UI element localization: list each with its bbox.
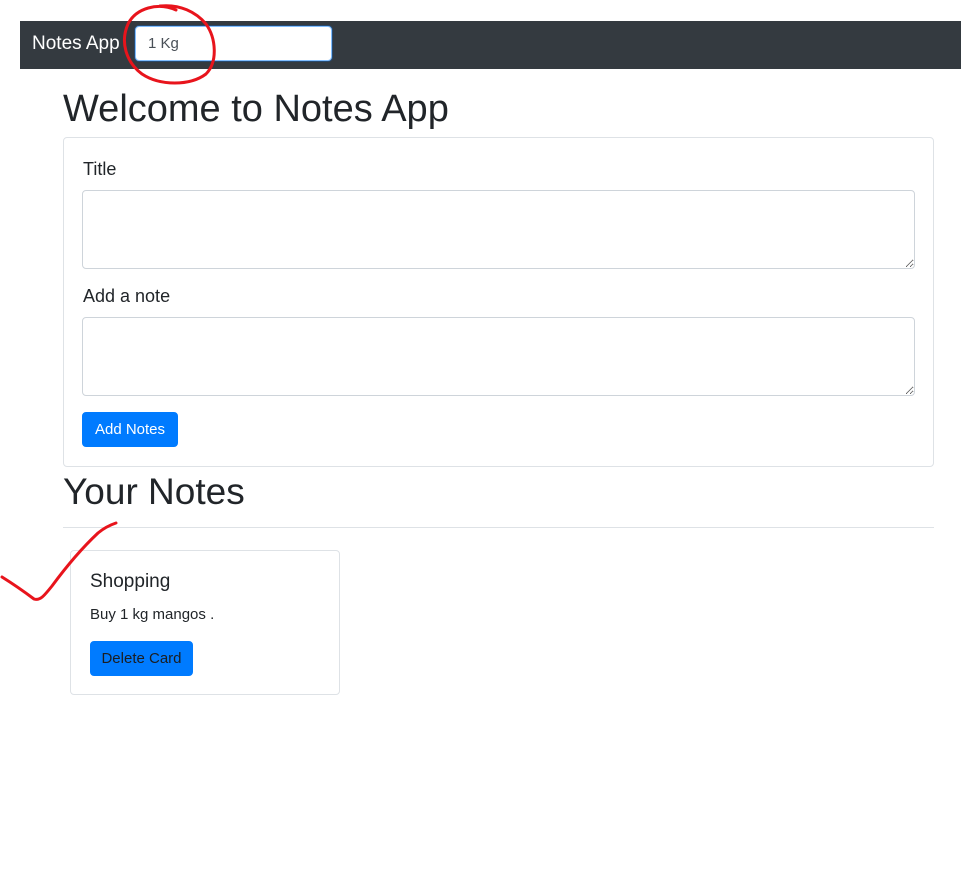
- navbar-brand[interactable]: Notes App: [32, 32, 120, 56]
- title-label: Title: [83, 159, 117, 179]
- note-title: Shopping: [90, 571, 171, 592]
- search-input[interactable]: [135, 26, 332, 61]
- add-note-form: Title Add a note Add Notes: [63, 137, 934, 467]
- navbar: Notes App: [20, 21, 961, 69]
- note-text: Buy 1 kg mangos .: [90, 606, 215, 623]
- divider: [63, 527, 934, 528]
- note-label: Add a note: [83, 286, 171, 306]
- title-textarea[interactable]: [82, 190, 915, 269]
- add-notes-button[interactable]: Add Notes: [82, 412, 178, 447]
- note-textarea[interactable]: [82, 317, 915, 396]
- notes-heading: Your Notes: [63, 471, 245, 512]
- page-title: Welcome to Notes App: [63, 88, 449, 130]
- note-card: Shopping Buy 1 kg mangos . Delete Card: [70, 550, 340, 695]
- delete-card-button[interactable]: Delete Card: [90, 641, 193, 676]
